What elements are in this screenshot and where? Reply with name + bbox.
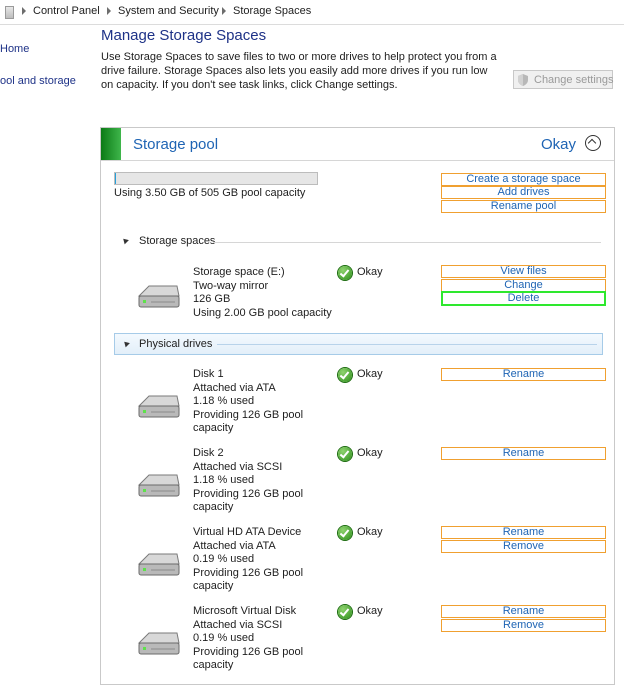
drive-attachment: Attached via ATA [193, 539, 276, 552]
virtual-hd-drive-icon [137, 553, 180, 576]
drive-name: Disk 1 [193, 368, 224, 380]
drive-usage: 0.19 % used [193, 553, 255, 565]
disk-2-details: Disk 2 Attached via SCSI 1.18 % used Pro… [193, 447, 303, 515]
rename-pool-link[interactable]: Rename pool [441, 200, 606, 213]
storage-pool-panel: Storage pool Okay Using 3.50 GB of 505 G… [100, 127, 615, 685]
disk-1-details: Disk 1 Attached via ATA 1.18 % used Prov… [193, 368, 303, 436]
pool-status: Okay [541, 136, 577, 153]
storage-space-drive-icon [137, 285, 180, 308]
disk-2-drive-icon [137, 474, 180, 497]
section-divider [217, 344, 597, 345]
storage-space-details: Storage space (E:) Two-way mirror 126 GB… [193, 266, 332, 320]
ok-check-icon [338, 447, 352, 461]
drive-attachment: Attached via SCSI [193, 460, 283, 473]
rename-ms-virtual-disk-link[interactable]: Rename [441, 605, 606, 618]
drive-name: Virtual HD ATA Device [193, 526, 302, 538]
drive-providing: Providing 126 GB pool [193, 487, 304, 500]
storage-space-name: Storage space (E:) [193, 266, 285, 278]
drive-attachment: Attached via SCSI [193, 618, 283, 631]
drive-name: Microsoft Virtual Disk [193, 605, 297, 617]
create-storage-space-link[interactable]: Create a storage space [441, 173, 606, 186]
view-files-link[interactable]: View files [441, 265, 606, 278]
storage-space-type: Two-way mirror [193, 279, 269, 292]
drive-usage: 1.18 % used [193, 395, 255, 407]
drive-providing: Providing 126 GB pool [193, 566, 304, 579]
storage-pool-header[interactable]: Storage pool Okay [101, 128, 614, 161]
left-nav-pool-and-storage[interactable]: ool and storage [0, 75, 76, 87]
drive-status: Okay [357, 526, 383, 538]
breadcrumb-separator-icon [22, 7, 26, 15]
physical-drives-toggle-icon[interactable] [122, 339, 130, 348]
pool-capacity-bar [114, 172, 318, 185]
virtual-hd-details: Virtual HD ATA Device Attached via ATA 0… [193, 526, 303, 594]
storage-spaces-toggle-icon[interactable] [121, 236, 129, 245]
add-drives-link[interactable]: Add drives [441, 186, 606, 199]
drive-status: Okay [357, 605, 383, 617]
drive-providing: Providing 126 GB pool [193, 408, 304, 421]
pool-status-bar [101, 128, 121, 160]
section-divider [213, 242, 601, 243]
rename-virtual-hd-link[interactable]: Rename [441, 526, 606, 539]
storage-space-usage: Using 2.00 GB pool capacity [193, 306, 332, 319]
collapse-icon[interactable] [585, 135, 601, 151]
physical-drives-header: Physical drives [139, 338, 213, 350]
ms-virtual-disk-details: Microsoft Virtual Disk Attached via SCSI… [193, 605, 303, 673]
page-title: Manage Storage Spaces [101, 27, 267, 44]
drive-usage: 0.19 % used [193, 632, 255, 644]
rename-disk-2-link[interactable]: Rename [441, 447, 606, 460]
breadcrumb-system-security[interactable]: System and Security [118, 5, 219, 17]
ok-check-icon [338, 605, 352, 619]
storage-space-status: Okay [357, 266, 383, 278]
breadcrumb-control-panel[interactable]: Control Panel [33, 5, 100, 17]
breadcrumb-separator-icon [222, 7, 226, 15]
disk-1-drive-icon [137, 395, 180, 418]
ok-check-icon [338, 526, 352, 540]
drive-status: Okay [357, 447, 383, 459]
shield-icon [518, 74, 528, 86]
drive-providing-cont: capacity [193, 501, 234, 513]
physical-drives-header-band[interactable]: Physical drives [114, 333, 603, 355]
change-settings-label: Change settings [534, 74, 614, 86]
rename-disk-1-link[interactable]: Rename [441, 368, 606, 381]
control-panel-icon [5, 6, 14, 19]
breadcrumb-storage-spaces[interactable]: Storage Spaces [233, 5, 311, 17]
pool-title: Storage pool [133, 136, 219, 153]
pool-capacity-fill [115, 173, 117, 184]
drive-usage: 1.18 % used [193, 474, 255, 486]
drive-attachment: Attached via ATA [193, 381, 276, 394]
ms-virtual-disk-drive-icon [137, 632, 180, 655]
storage-spaces-header: Storage spaces [139, 235, 216, 247]
drive-providing-cont: capacity [193, 580, 234, 592]
remove-ms-virtual-disk-link[interactable]: Remove [441, 619, 606, 632]
drive-providing-cont: capacity [193, 422, 234, 434]
breadcrumb: Control Panel System and Security Storag… [0, 0, 624, 25]
storage-space-size: 126 GB [193, 293, 231, 305]
ok-check-icon [338, 266, 352, 280]
drive-name: Disk 2 [193, 447, 224, 459]
page-description: Use Storage Spaces to save files to two … [101, 51, 497, 91]
drive-providing: Providing 126 GB pool [193, 645, 304, 658]
remove-virtual-hd-link[interactable]: Remove [441, 540, 606, 553]
pool-capacity-text: Using 3.50 GB of 505 GB pool capacity [114, 187, 306, 199]
change-settings-button[interactable]: Change settings [513, 70, 614, 89]
breadcrumb-separator-icon [107, 7, 111, 15]
drive-status: Okay [357, 368, 383, 380]
left-nav-home[interactable]: Home [0, 43, 29, 55]
drive-providing-cont: capacity [193, 659, 234, 671]
ok-check-icon [338, 368, 352, 382]
delete-storage-space-link[interactable]: Delete [441, 291, 606, 306]
